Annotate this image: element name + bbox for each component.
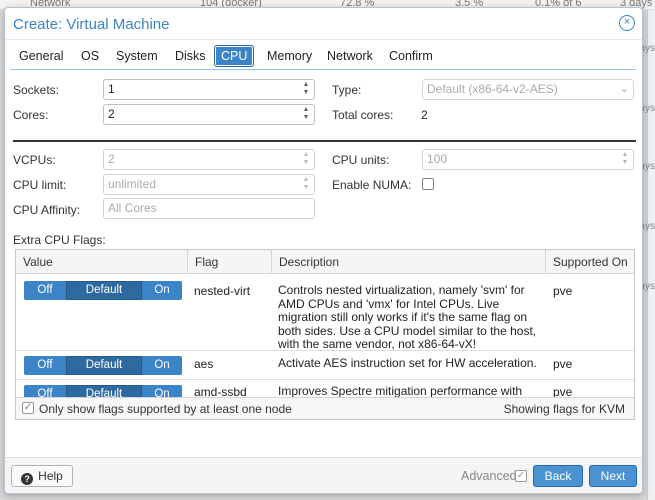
table-row: Off Default On amd-ssbd Improves Spectre…	[16, 381, 634, 398]
cpu-limit-label: CPU limit:	[13, 178, 67, 192]
cores-label: Cores:	[13, 108, 49, 122]
flag-name: nested-virt	[194, 284, 251, 298]
cpu-affinity-field[interactable]: All Cores	[103, 198, 315, 219]
tab-network[interactable]: Network	[321, 45, 379, 67]
cpu-affinity-label: CPU Affinity:	[13, 203, 81, 217]
table-row: Off Default On nested-virt Controls nest…	[16, 275, 634, 351]
dialog-titlebar: Create: Virtual Machine ×	[5, 8, 642, 40]
spinner-icon[interactable]: ▲ ▼	[301, 81, 311, 98]
grid-header: Value Flag Description Supported On	[16, 250, 634, 274]
tab-system[interactable]: System	[110, 45, 164, 67]
cores-field[interactable]: 2 ▲ ▼	[103, 104, 315, 125]
flag-value-toggle: Off Default On	[24, 356, 182, 375]
column-header-supported-on[interactable]: Supported On	[546, 250, 634, 274]
spinner-icon[interactable]: ▲ ▼	[620, 151, 630, 168]
dialog-footer: ? Help Advanced ✓ Back Next	[5, 457, 642, 493]
spinner-icon[interactable]: ▲ ▼	[301, 151, 311, 168]
flag-description: Controls nested virtualization, namely '…	[278, 283, 537, 351]
tab-cpu[interactable]: CPU	[214, 45, 255, 67]
cpu-units-field[interactable]: 100 ▲ ▼	[422, 149, 634, 170]
help-label: Help	[38, 469, 63, 483]
tab-disks[interactable]: Disks	[169, 45, 212, 67]
flag-supported-on: pve	[553, 357, 573, 371]
flags-status-text: Showing flags for KVM	[503, 402, 625, 416]
cpu-type-value: Default (x86-64-v2-AES)	[427, 82, 558, 96]
create-vm-dialog: Create: Virtual Machine × General OS Sys…	[4, 7, 643, 494]
cores-value: 2	[108, 107, 115, 121]
column-header-value[interactable]: Value	[16, 250, 188, 274]
only-supported-label: Only show flags supported by at least on…	[39, 402, 292, 416]
cpu-type-select[interactable]: Default (x86-64-v2-AES) ⌄	[422, 79, 634, 100]
advanced-checkbox[interactable]: ✓	[515, 470, 527, 482]
total-cores-value: 2	[421, 108, 428, 122]
off-button[interactable]: Off	[24, 281, 66, 300]
only-supported-checkbox[interactable]: ✓	[22, 402, 34, 414]
type-label: Type:	[332, 83, 362, 97]
next-button[interactable]: Next	[589, 465, 637, 487]
tab-os[interactable]: OS	[75, 45, 105, 67]
spinner-icon[interactable]: ▲ ▼	[301, 106, 311, 123]
off-button[interactable]: Off	[24, 356, 66, 375]
vcpus-field[interactable]: 2 ▲ ▼	[103, 149, 315, 170]
column-header-flag[interactable]: Flag	[188, 250, 272, 274]
flag-description: Activate AES instruction set for HW acce…	[278, 356, 537, 370]
back-button[interactable]: Back	[533, 465, 583, 487]
background-side-column: 3 days 3 days 3 days 3 days 3 days	[634, 10, 655, 500]
question-icon: ?	[21, 473, 34, 485]
cpu-limit-field[interactable]: unlimited ▲ ▼	[103, 174, 315, 195]
vcpus-value: 2	[108, 152, 115, 166]
enable-numa-checkbox[interactable]	[422, 178, 434, 190]
sockets-field[interactable]: 1 ▲ ▼	[103, 79, 315, 100]
spinner-icon[interactable]: ▲ ▼	[301, 176, 311, 193]
extra-flags-heading: Extra CPU Flags:	[13, 233, 106, 247]
tab-confirm[interactable]: Confirm	[383, 45, 439, 67]
default-button[interactable]: Default	[66, 281, 142, 300]
cpu-units-label: CPU units:	[332, 153, 390, 167]
close-icon[interactable]: ×	[619, 15, 635, 31]
cpu-affinity-placeholder: All Cores	[108, 201, 157, 215]
on-button[interactable]: On	[142, 356, 182, 375]
help-button[interactable]: ? Help	[11, 465, 73, 487]
section-divider	[13, 140, 636, 142]
tab-memory[interactable]: Memory	[261, 45, 318, 67]
wizard-tabs: General OS System Disks CPU Memory Netwo…	[11, 44, 636, 70]
dialog-title: Create: Virtual Machine	[13, 16, 170, 33]
flag-supported-on: pve	[553, 284, 573, 298]
vcpus-label: VCPUs:	[13, 153, 56, 167]
flag-value-toggle: Off Default On	[24, 281, 182, 300]
advanced-label: Advanced	[461, 469, 517, 483]
chevron-down-icon[interactable]: ⌄	[620, 80, 629, 99]
sockets-label: Sockets:	[13, 83, 60, 97]
on-button[interactable]: On	[142, 281, 182, 300]
column-header-description[interactable]: Description	[272, 250, 546, 274]
sockets-value: 1	[108, 82, 115, 96]
cpu-units-value: 100	[427, 152, 448, 166]
cpu-limit-value: unlimited	[108, 177, 157, 191]
grid-footer: ✓ Only show flags supported by at least …	[16, 397, 634, 419]
flag-name: aes	[194, 357, 214, 371]
enable-numa-label: Enable NUMA:	[332, 178, 412, 192]
cpu-flags-grid: Value Flag Description Supported On Off …	[15, 249, 635, 420]
total-cores-label: Total cores:	[332, 108, 394, 122]
tab-general[interactable]: General	[13, 45, 69, 67]
default-button[interactable]: Default	[66, 356, 142, 375]
table-row: Off Default On aes Activate AES instruct…	[16, 352, 634, 380]
